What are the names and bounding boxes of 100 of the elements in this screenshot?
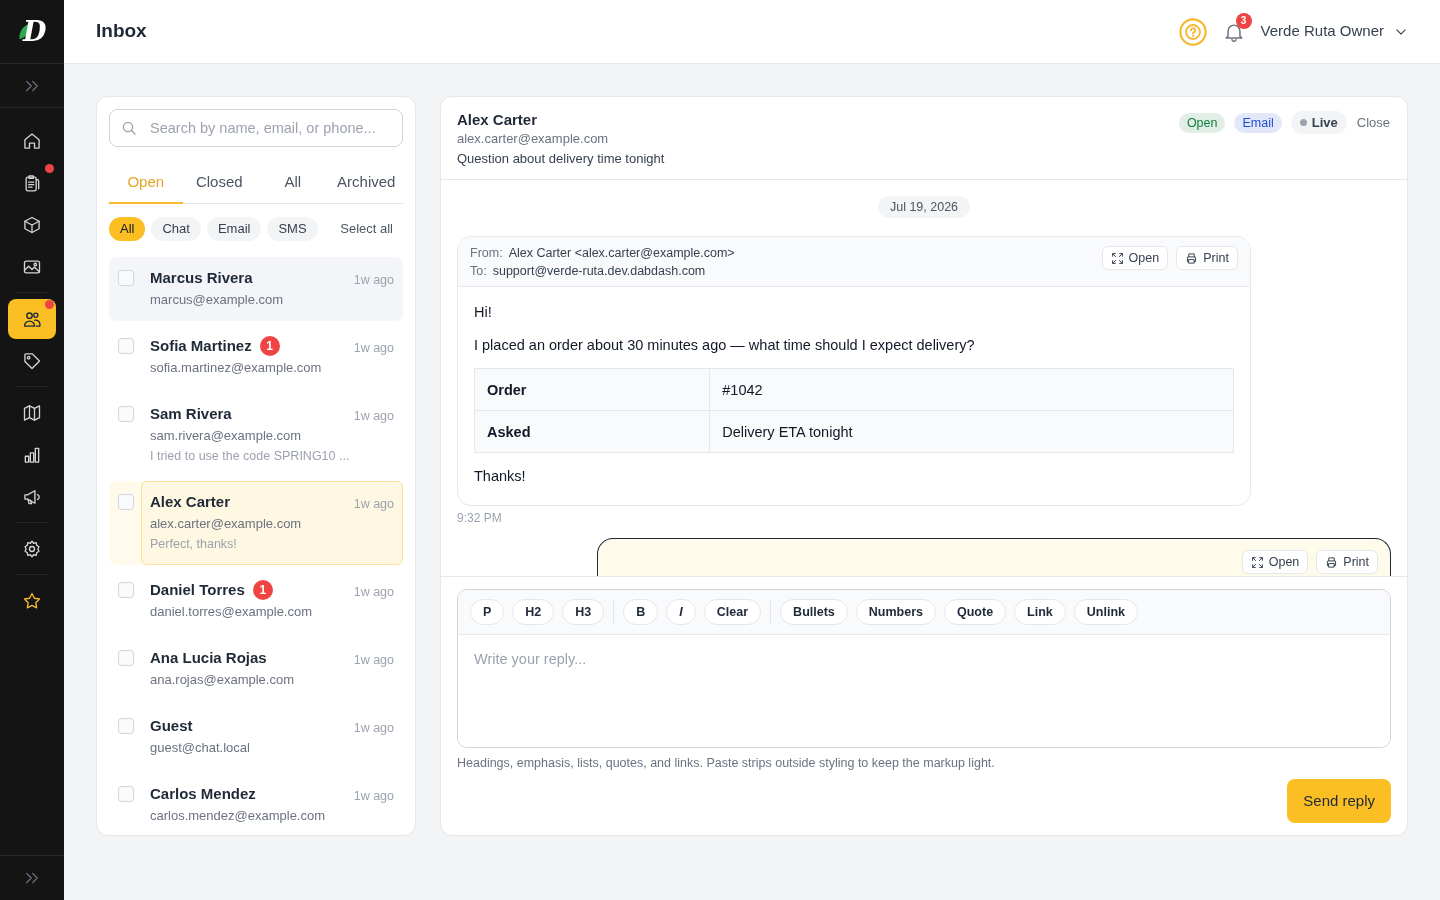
contact-name: Alex Carter [457,111,539,129]
printer-icon [1185,251,1199,265]
home-icon [22,131,42,151]
checkbox[interactable] [118,337,134,354]
checkbox[interactable] [118,493,134,510]
format-button[interactable]: I [666,599,696,625]
box-icon [22,215,42,235]
tag-icon [22,351,42,371]
tab[interactable]: All [256,163,330,204]
conversation-subject: Question about delivery time tonight [457,150,666,168]
conversation-item[interactable]: Sofia Martinez 1 1w ago sofia.martinez@example.com [109,324,403,389]
format-button[interactable]: Unlink [1073,599,1138,625]
format-button[interactable]: B [623,599,659,625]
conversation-item[interactable]: Ana Lucia Rojas 1w ago ana.rojas@example.com [109,636,403,701]
contact-name: Guest [150,715,193,736]
help-icon [1178,17,1207,46]
contact-email: daniel.torres@example.com [150,602,314,621]
filter-chip[interactable]: SMS [267,216,318,241]
contact-email: marcus@example.com [150,290,285,309]
contact-name: Sam Rivera [150,403,232,424]
message-text: Hi! [474,303,493,322]
format-button[interactable]: Bullets [780,599,848,625]
sidebar-item[interactable] [8,299,56,339]
filter-chip[interactable]: All [109,216,146,241]
tab[interactable]: Closed [182,163,256,204]
send-reply-button[interactable]: Send reply [1287,779,1391,823]
contact-email: alex.carter@example.com [150,514,303,533]
status-tag: Open [1178,112,1226,133]
editor-hint: Headings, emphasis, lists, quotes, and links. Paste strips outside styling to keep the markup light. [457,755,996,771]
checkbox[interactable] [118,581,134,598]
select-all-link[interactable]: Select all [340,218,403,239]
contact-email: guest@chat.local [150,738,251,757]
checkbox[interactable] [118,269,134,286]
conversation-item[interactable]: Alex Carter 1w ago alex.carter@example.com Perfect, thanks! [109,480,403,565]
conversation-item[interactable]: Daniel Torres 1 1w ago daniel.torres@example.com [109,568,403,633]
format-button[interactable]: Link [1014,599,1066,625]
filter-chip[interactable]: Email [206,216,262,241]
format-button[interactable]: H3 [562,599,605,625]
format-button[interactable]: Numbers [855,599,936,625]
format-button[interactable]: Clear [703,599,762,625]
format-button[interactable]: P [470,599,505,625]
notification-count: 3 [1235,12,1252,29]
table-cell: Order [474,368,710,411]
timestamp: 1w ago [353,339,394,357]
conversation-item[interactable]: Sam Rivera 1w ago sam.rivera@example.com I tried to use the code SPRING10 ... [109,392,403,477]
contact-name: Marcus Rivera [150,267,253,288]
table-cell: Delivery ETA tonight [709,410,1234,453]
checkbox[interactable] [118,717,134,734]
timestamp: 1w ago [353,651,394,669]
timestamp: 1w ago [353,271,394,289]
user-menu-button[interactable]: Verde Ruta Owner [1260,20,1408,43]
message-preview: Perfect, thanks! [150,535,238,553]
contact-email: sam.rivera@example.com [150,426,303,445]
print-button[interactable]: Print [1176,246,1238,270]
checkbox[interactable] [118,785,134,802]
print-button[interactable]: Print [1316,550,1378,574]
open-button[interactable]: Open [1241,550,1309,574]
conversation-item[interactable]: Marcus Rivera 1w ago marcus@example.com [109,256,403,321]
contact-name: Carlos Mendez [150,783,256,804]
to-label: To: [470,264,487,278]
tab[interactable]: Archived [329,163,403,204]
status-dot-icon [1299,119,1307,126]
contact-name: Alex Carter [150,491,231,512]
reply-editor[interactable]: P H2 H3 B I Clear Bullets Numbers Quote Link Unlink Write your reply... [457,589,1391,748]
search-field[interactable]: Search by name, email, or phone... [109,109,403,147]
conversation-item[interactable]: Guest 1w ago guest@chat.local [109,704,403,769]
message-time: 9:32 PM [457,510,503,526]
date-label: Jul 19, 2026 [877,196,971,218]
message-preview: I tried to use the code SPRING10 ... [150,447,351,465]
checkbox[interactable] [118,405,134,422]
format-button[interactable]: H2 [512,599,555,625]
timestamp: 1w ago [353,495,394,513]
unread-count: 1 [259,335,280,356]
close-button[interactable]: Close [1355,112,1391,133]
open-button[interactable]: Open [1101,246,1169,270]
from-label: From: [470,246,503,260]
star-icon [22,591,42,611]
contact-email: sofia.martinez@example.com [150,358,323,377]
printer-icon [1325,555,1339,569]
filter-chip[interactable]: Chat [151,216,201,241]
status-tag: Email [1234,112,1282,133]
checkbox[interactable] [118,649,134,666]
expand-icon [1110,251,1124,265]
sender-address: Alex Carter <alex.carter@example.com> [508,246,735,260]
unread-count: 1 [252,579,273,600]
conversation-item[interactable]: Carlos Mendez 1w ago carlos.mendez@example.com [109,772,403,837]
timestamp: 1w ago [353,787,394,805]
contact-email: carlos.mendez@example.com [150,806,327,825]
brand-logo: D [17,16,47,47]
contact-name: Daniel Torres [150,579,245,600]
megaphone-icon [22,487,42,507]
contact-name: Sofia Martinez [150,335,252,356]
message-text: Thanks! [474,467,527,486]
recipient-address: support@verde-ruta.dev.dabdash.com [492,264,706,278]
timestamp: 1w ago [353,407,394,425]
timestamp: 1w ago [353,719,394,737]
format-button[interactable]: Quote [944,599,1007,625]
contact-name: Ana Lucia Rojas [150,647,267,668]
contact-email: alex.carter@example.com [457,130,610,148]
search-icon [121,120,137,136]
